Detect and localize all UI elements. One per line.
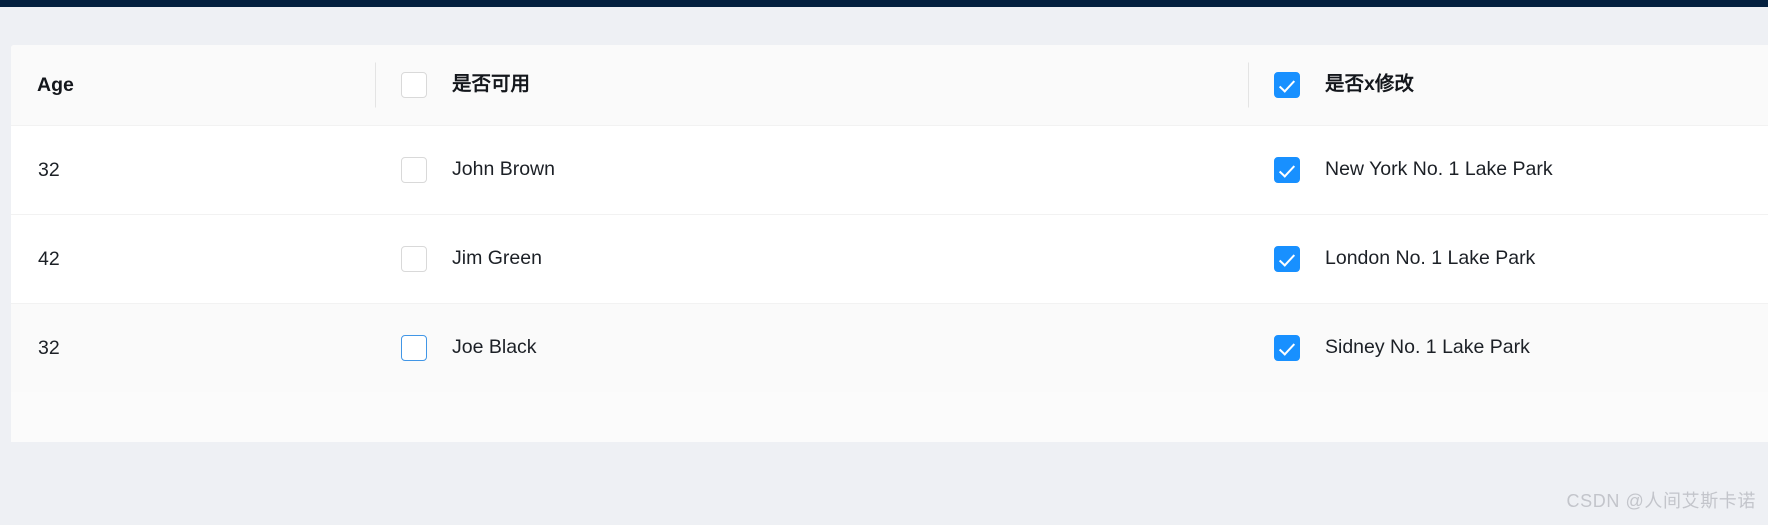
cell-name: John Brown [375,126,1248,215]
cell-name-inner: Jim Green [375,215,1248,303]
row-name-checkbox-wrap[interactable]: Joe Black [401,335,537,361]
cell-address: London No. 1 Lake Park [1248,215,1768,304]
cell-age-value: 32 [38,158,60,181]
table-row[interactable]: 32 Joe Black Sidney No. 1 Lake Park [11,303,1768,393]
cell-address-value: Sidney No. 1 Lake Park [1325,336,1530,359]
row-address-checkbox-wrap[interactable]: New York No. 1 Lake Park [1274,157,1553,183]
column-header-age-label: Age [37,73,74,96]
cell-name-inner: Joe Black [375,304,1248,392]
checkbox-checked-icon[interactable] [1274,157,1300,183]
column-header-availability-inner: 是否可用 [375,45,1248,125]
cell-age-value: 32 [38,336,60,359]
cell-age: 42 [11,215,375,304]
table-row[interactable]: 32 John Brown New York No. 1 Lake Park [11,125,1768,215]
cell-name-inner: John Brown [375,126,1248,214]
cell-address-value: London No. 1 Lake Park [1325,247,1536,270]
column-header-editable-label: 是否x修改 [1325,73,1414,96]
row-name-checkbox-wrap[interactable]: Jim Green [401,246,542,272]
checkbox-icon[interactable] [401,157,427,183]
column-header-age[interactable]: Age [11,45,375,126]
row-name-checkbox-wrap[interactable]: John Brown [401,157,555,183]
checkbox-checked-icon[interactable] [1274,335,1300,361]
cell-address-value: New York No. 1 Lake Park [1325,158,1553,181]
row-address-checkbox-wrap[interactable]: London No. 1 Lake Park [1274,246,1535,272]
availability-header-checkbox-wrap[interactable]: 是否可用 [401,72,530,98]
cell-address: New York No. 1 Lake Park [1248,126,1768,215]
checkbox-checked-icon[interactable] [1274,72,1300,98]
column-header-age-inner: Age [11,45,375,125]
cell-age-inner: 32 [11,126,375,214]
editable-header-checkbox-wrap[interactable]: 是否x修改 [1274,72,1414,98]
checkbox-icon[interactable] [401,246,427,272]
checkbox-icon[interactable] [401,72,427,98]
table-card: Age 是否可用 是否x修改 32 John Brown New York No… [11,45,1768,442]
cell-age-value: 42 [38,247,60,270]
data-table: Age 是否可用 是否x修改 32 John Brown New York No… [11,45,1768,392]
watermark: CSDN @人间艾斯卡诺 [1566,491,1756,511]
column-header-availability-label: 是否可用 [452,73,531,96]
row-address-checkbox-wrap[interactable]: Sidney No. 1 Lake Park [1274,335,1530,361]
cell-address-inner: London No. 1 Lake Park [1248,215,1768,303]
cell-name: Joe Black [375,304,1248,393]
column-header-editable-inner: 是否x修改 [1248,45,1768,125]
cell-age: 32 [11,304,375,393]
table-header-row: Age 是否可用 是否x修改 [11,45,1768,126]
cell-name: Jim Green [375,215,1248,304]
column-header-availability[interactable]: 是否可用 [375,45,1248,126]
cell-name-value: John Brown [452,158,555,181]
top-chrome-bar [0,0,1768,7]
cell-age: 32 [11,126,375,215]
cell-name-value: Jim Green [452,247,542,270]
cell-address-inner: New York No. 1 Lake Park [1248,126,1768,214]
cell-name-value: Joe Black [452,336,537,359]
cell-address: Sidney No. 1 Lake Park [1248,304,1768,393]
column-header-editable[interactable]: 是否x修改 [1248,45,1768,126]
table-row[interactable]: 42 Jim Green London No. 1 Lake Park [11,214,1768,304]
cell-age-inner: 32 [11,304,375,392]
checkbox-icon[interactable] [401,335,427,361]
table-header: Age 是否可用 是否x修改 [11,45,1768,126]
table-body: 32 John Brown New York No. 1 Lake Park 4… [11,125,1768,393]
cell-address-inner: Sidney No. 1 Lake Park [1248,304,1768,392]
cell-age-inner: 42 [11,215,375,303]
checkbox-checked-icon[interactable] [1274,246,1300,272]
